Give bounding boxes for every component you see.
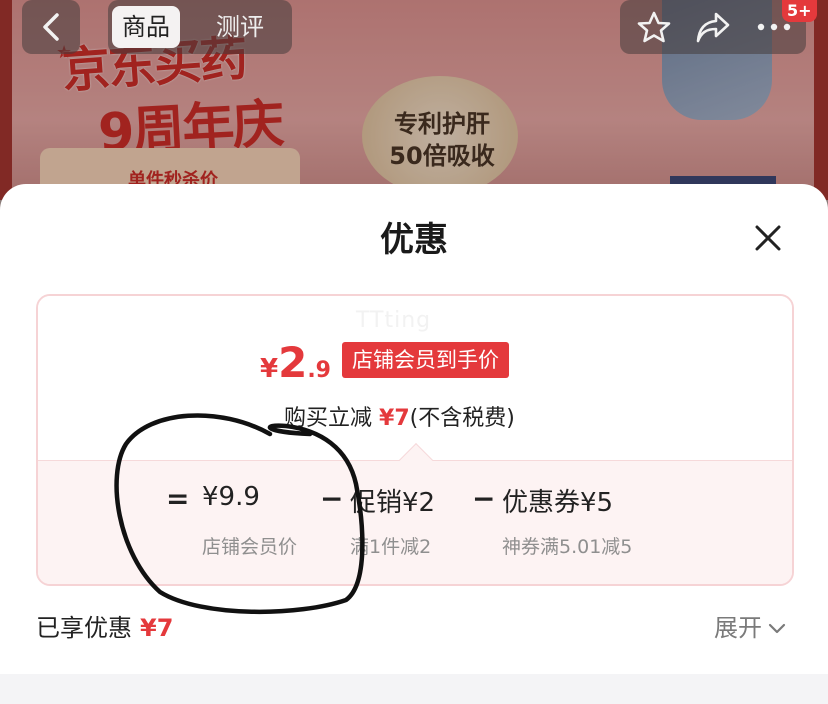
chevron-down-icon	[768, 623, 786, 634]
star-icon[interactable]	[636, 10, 672, 44]
expand-label: 展开	[714, 614, 762, 642]
close-icon[interactable]	[748, 218, 788, 258]
reduction-amount: ¥7	[379, 406, 410, 431]
patent-seal-text: 专利护肝 50倍吸收	[389, 110, 495, 170]
flash-price-tag	[40, 148, 300, 188]
coupon-label: 神券满5.01减5	[502, 536, 633, 558]
banner-subtitle: 9周年庆	[96, 94, 284, 164]
share-icon[interactable]	[694, 10, 732, 44]
minus-operator: −	[472, 482, 496, 515]
tab-review[interactable]: 测评	[206, 6, 274, 48]
promotion-value: 促销¥2	[350, 488, 436, 518]
enjoyed-discount-label: 已享优惠	[36, 614, 132, 642]
reduction-prefix: 购买立减	[284, 406, 373, 431]
banner-edge-left	[0, 0, 12, 200]
member-price-label: 店铺会员价	[202, 536, 298, 558]
final-price-decimal: .9	[307, 358, 331, 383]
purchase-reduction: 购买立减 ¥7(不含税费)	[284, 400, 515, 432]
more-icon[interactable]	[756, 22, 792, 32]
minus-operator: −	[320, 482, 344, 515]
breakdown-row: = ¥9.9 − 促销¥2 − 优惠券¥5	[38, 482, 792, 522]
discount-sheet: 优惠 TTting ¥2.9 店铺会员到手价 购买立减 ¥7(不含税费) = ¥…	[0, 184, 828, 704]
final-price-currency: ¥	[260, 354, 279, 384]
back-icon	[43, 13, 59, 41]
message-count-badge: 5+	[782, 0, 817, 22]
nav-actions	[620, 0, 806, 54]
sheet-title: 优惠	[380, 220, 448, 260]
watermark: TTting	[356, 308, 432, 333]
reduction-suffix: (不含税费)	[409, 406, 515, 431]
final-price-integer: 2	[278, 338, 308, 387]
banner-edge-right	[814, 0, 828, 200]
page-tabs: 商品 测评	[108, 0, 292, 54]
coupon-value: 优惠券¥5	[502, 488, 614, 518]
price-summary: TTting ¥2.9 店铺会员到手价 购买立减 ¥7(不含税费)	[38, 296, 792, 460]
back-button[interactable]	[22, 0, 80, 54]
promotion-label: 满1件减2	[350, 536, 432, 558]
breakdown-area	[38, 460, 792, 584]
equals-operator: =	[166, 482, 190, 515]
enjoyed-discount-amount: ¥7	[140, 614, 174, 642]
member-price-value: ¥9.9	[202, 482, 260, 512]
tab-goods[interactable]: 商品	[112, 6, 180, 48]
member-price-tag: 店铺会员到手价	[342, 342, 509, 378]
expand-button[interactable]: 展开	[714, 608, 786, 643]
sheet-footer	[0, 674, 828, 704]
price-breakdown-card: TTting ¥2.9 店铺会员到手价 购买立减 ¥7(不含税费) = ¥9.9…	[36, 294, 794, 586]
patent-seal	[362, 76, 518, 196]
final-price: ¥2.9	[260, 338, 331, 387]
enjoyed-discount: 已享优惠 ¥7	[36, 608, 173, 643]
